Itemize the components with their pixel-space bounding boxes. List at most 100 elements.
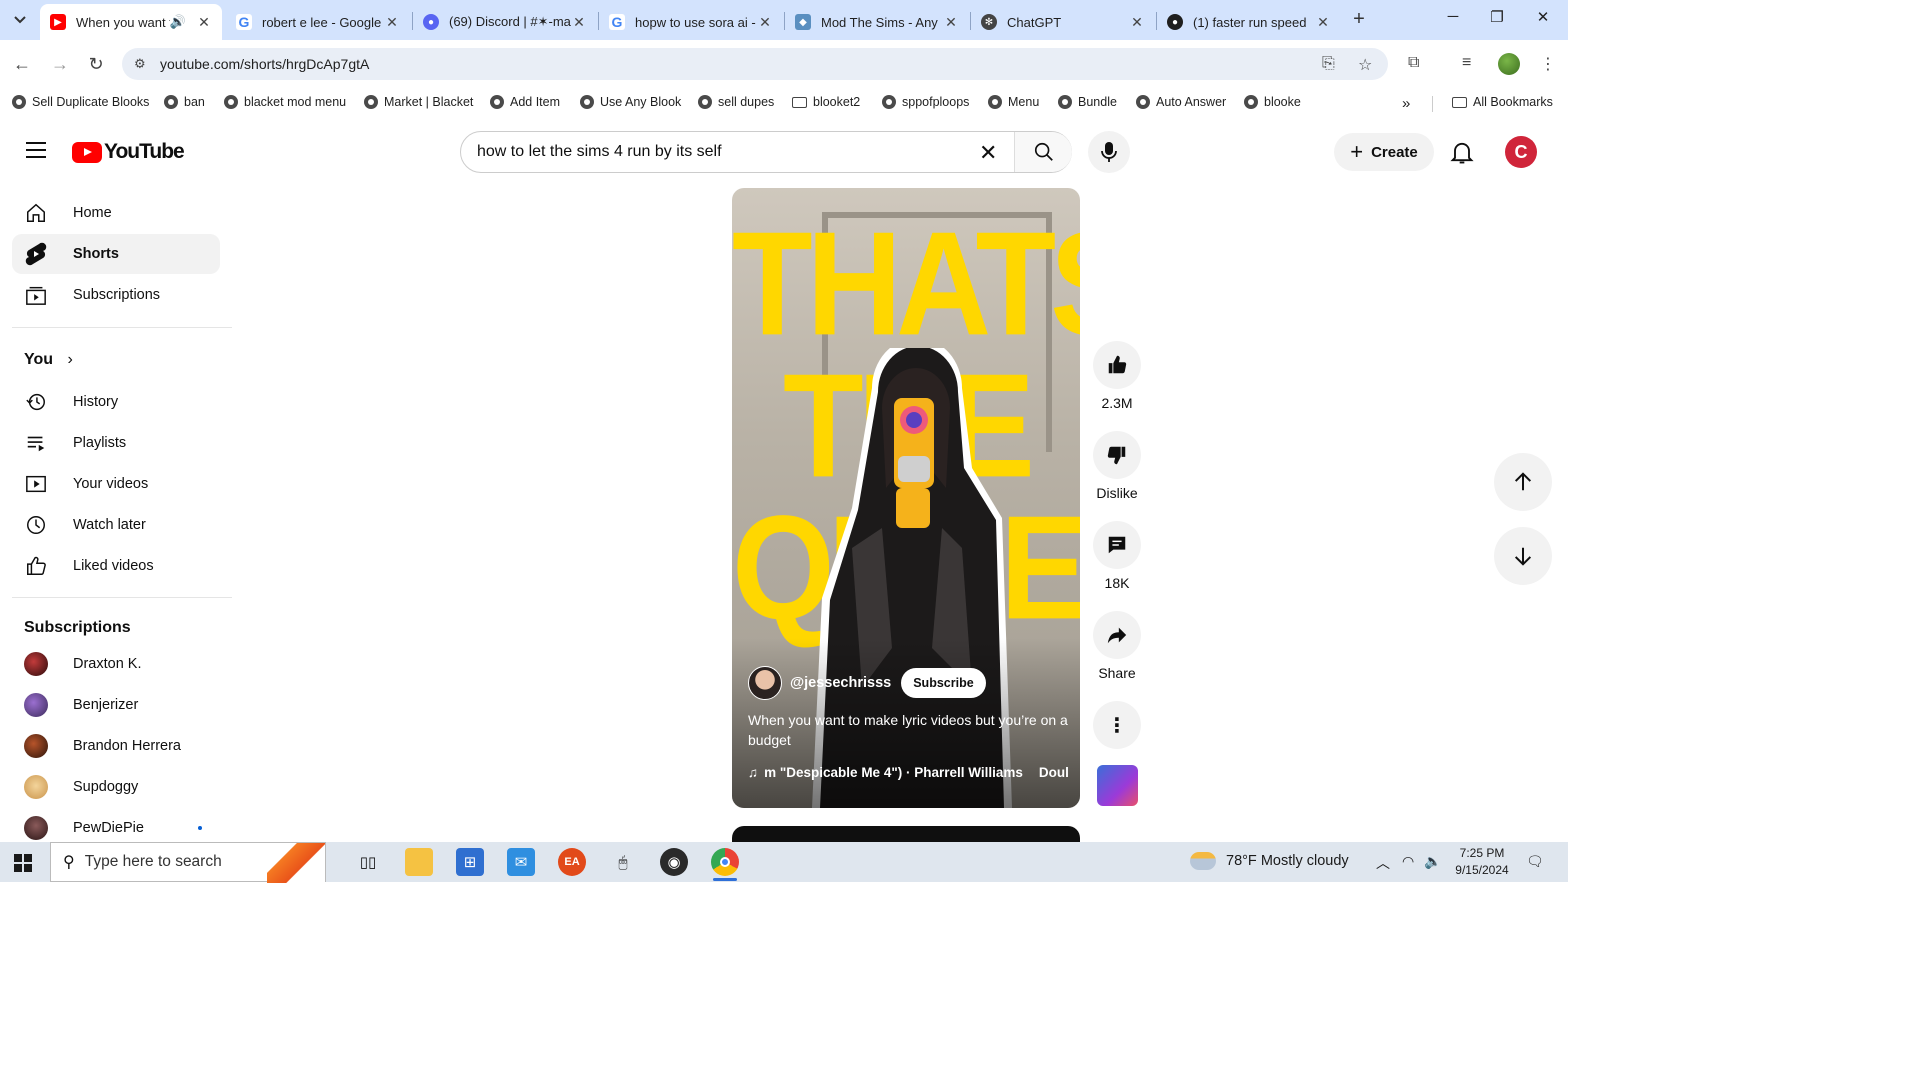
tab-youtube[interactable]: ▶ When you want t 🔊 ✕: [40, 4, 222, 40]
sound-thumbnail[interactable]: [1097, 765, 1138, 806]
taskbar-search-box[interactable]: ⚲ Type here to search: [50, 842, 326, 883]
file-explorer-icon[interactable]: [405, 848, 433, 876]
bookmark-item[interactable]: Sell Duplicate Blooks: [12, 95, 149, 109]
search-button[interactable]: [1014, 132, 1072, 172]
channel-avatar[interactable]: [748, 666, 782, 700]
channel-name[interactable]: @jessechrisss: [790, 675, 891, 691]
sidebar-item-home[interactable]: Home: [12, 193, 220, 233]
ea-app-icon[interactable]: EA: [558, 848, 586, 876]
tab-google-sora[interactable]: G hopw to use sora ai - ✕: [599, 4, 783, 40]
address-bar[interactable]: ⚙ youtube.com/shorts/hrgDcAp7gtA ⎘ ☆: [122, 48, 1388, 80]
speaker-icon[interactable]: 🔊: [170, 14, 186, 30]
bookmark-item[interactable]: Add Item: [490, 95, 560, 109]
tab-search-button[interactable]: [6, 7, 34, 33]
bookmark-item[interactable]: Menu: [988, 95, 1039, 109]
url-text[interactable]: youtube.com/shorts/hrgDcAp7gtA: [160, 56, 369, 72]
more-options-button[interactable]: ⋮: [1093, 701, 1141, 749]
clear-search-icon[interactable]: ✕: [979, 140, 997, 166]
site-info-icon[interactable]: ⚙: [134, 56, 146, 72]
sidebar-item-your-videos[interactable]: Your videos: [12, 464, 220, 504]
close-tab-icon[interactable]: ✕: [757, 14, 773, 31]
like-button[interactable]: [1093, 341, 1141, 389]
browser-profile-avatar[interactable]: [1498, 53, 1520, 75]
task-view-icon[interactable]: ▯▯: [354, 848, 382, 876]
sidebar-item-subscriptions[interactable]: Subscriptions: [12, 275, 220, 315]
extensions-icon[interactable]: ⧉: [1408, 54, 1419, 72]
bookmark-item[interactable]: sppofploops: [882, 95, 969, 109]
share-button[interactable]: [1093, 611, 1141, 659]
microsoft-store-icon[interactable]: ⊞: [456, 848, 484, 876]
search-box: ✕: [460, 131, 1072, 173]
guide-menu-icon[interactable]: [26, 142, 46, 158]
subscription-item[interactable]: Supdoggy: [12, 767, 220, 807]
sidebar-item-watch-later[interactable]: Watch later: [12, 505, 220, 545]
tab-google-robert-e-lee[interactable]: G robert e lee - Google ✕: [226, 4, 410, 40]
browser-menu-icon[interactable]: ⋮: [1540, 54, 1556, 74]
windows-start-icon[interactable]: [14, 854, 32, 872]
minimize-window-icon[interactable]: ─: [1438, 8, 1468, 25]
channel-avatar: [24, 816, 48, 840]
shorts-video-player[interactable]: THATS THE QUEEN @jessechrisss Subscribe …: [732, 188, 1080, 808]
sidebar-item-shorts[interactable]: Shorts: [12, 234, 220, 274]
tab-chatgpt[interactable]: ✻ ChatGPT ✕: [971, 4, 1155, 40]
wifi-icon[interactable]: ◠: [1402, 853, 1414, 870]
tab-mod-the-sims[interactable]: ◆ Mod The Sims - Any ✕: [785, 4, 969, 40]
bookmark-item[interactable]: Bundle: [1058, 95, 1117, 109]
subscription-item[interactable]: Draxton K.: [12, 644, 220, 684]
bookmark-folder[interactable]: blooket2: [792, 95, 860, 109]
notifications-icon[interactable]: 🗨: [1526, 853, 1544, 870]
youtube-logo[interactable]: YouTube: [72, 140, 185, 164]
sidebar-item-liked-videos[interactable]: Liked videos: [12, 546, 220, 586]
tab-discord[interactable]: ● (69) Discord | #✶-ma ✕: [413, 4, 597, 40]
account-avatar[interactable]: C: [1505, 136, 1537, 168]
media-controls-icon[interactable]: ≡: [1462, 54, 1471, 72]
new-tab-button[interactable]: +: [1348, 8, 1370, 30]
reload-button[interactable]: ↻: [84, 52, 108, 76]
bookmark-star-icon[interactable]: ☆: [1358, 55, 1372, 75]
forward-button[interactable]: →: [48, 52, 72, 76]
bookmarks-overflow-icon[interactable]: »: [1402, 95, 1410, 112]
bookmark-item[interactable]: Market | Blacket: [364, 95, 473, 109]
bookmark-item[interactable]: ban: [164, 95, 205, 109]
all-bookmarks-button[interactable]: All Bookmarks: [1452, 95, 1553, 109]
create-button[interactable]: + Create: [1334, 133, 1434, 171]
volume-icon[interactable]: 🔈: [1424, 853, 1441, 870]
next-short-button[interactable]: [1494, 527, 1552, 585]
subscription-item[interactable]: Benjerizer: [12, 685, 220, 725]
notifications-bell-icon[interactable]: [1448, 138, 1476, 166]
short-music-row[interactable]: ♫ m "Despicable Me 4") · Pharrell Willia…: [748, 765, 1068, 780]
obs-icon[interactable]: ◉: [660, 848, 688, 876]
close-tab-icon[interactable]: ✕: [384, 14, 400, 31]
bookmark-item[interactable]: Use Any Blook: [580, 95, 681, 109]
show-hidden-icons-icon[interactable]: ︿: [1376, 853, 1390, 873]
close-tab-icon[interactable]: ✕: [943, 14, 959, 31]
comments-button[interactable]: [1093, 521, 1141, 569]
taskbar-clock[interactable]: 7:25 PM 9/15/2024: [1448, 845, 1516, 879]
subscription-item[interactable]: Brandon Herrera: [12, 726, 220, 766]
dislike-button[interactable]: [1093, 431, 1141, 479]
sidebar-item-history[interactable]: History: [12, 382, 220, 422]
close-tab-icon[interactable]: ✕: [1129, 14, 1145, 31]
bookmark-item[interactable]: Auto Answer: [1136, 95, 1226, 109]
mail-icon[interactable]: ✉: [507, 848, 535, 876]
voice-search-button[interactable]: [1088, 131, 1130, 173]
back-button[interactable]: ←: [10, 52, 34, 76]
search-input[interactable]: [477, 141, 967, 163]
subscribe-button[interactable]: Subscribe: [901, 668, 986, 698]
close-tab-icon[interactable]: ✕: [571, 14, 587, 31]
bookmark-item[interactable]: sell dupes: [698, 95, 774, 109]
weather-widget[interactable]: 78°F Mostly cloudy: [1190, 852, 1349, 870]
bookmark-item[interactable]: blacket mod menu: [224, 95, 346, 109]
close-window-icon[interactable]: ✕: [1528, 8, 1558, 26]
tab-github[interactable]: ● (1) faster run speed ✕: [1157, 4, 1341, 40]
sidebar-item-playlists[interactable]: Playlists: [12, 423, 220, 463]
chrome-icon[interactable]: [711, 848, 739, 881]
previous-short-button[interactable]: [1494, 453, 1552, 511]
mouse-app-icon[interactable]: 🖱: [609, 848, 637, 876]
close-tab-icon[interactable]: ✕: [196, 14, 212, 31]
restore-window-icon[interactable]: ❐: [1482, 8, 1512, 26]
close-tab-icon[interactable]: ✕: [1315, 14, 1331, 31]
install-app-icon[interactable]: ⎘: [1322, 55, 1335, 73]
sidebar-you-heading[interactable]: You ›: [24, 351, 73, 369]
bookmark-item[interactable]: blooke: [1244, 95, 1301, 109]
